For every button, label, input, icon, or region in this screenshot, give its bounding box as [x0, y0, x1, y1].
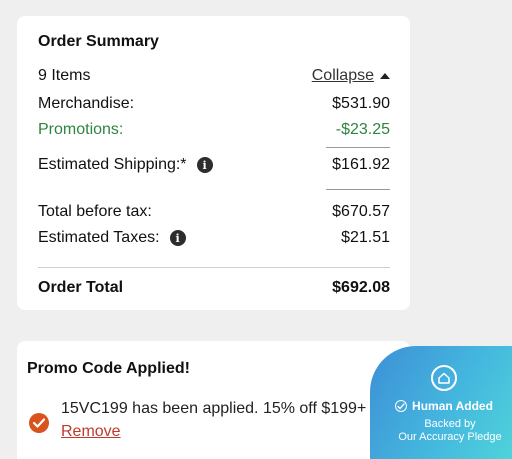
items-row: 9 Items Collapse: [38, 67, 390, 85]
items-count: 9 Items: [38, 67, 91, 84]
before-tax-row: Total before tax: $670.57: [38, 203, 390, 221]
merchandise-label: Merchandise:: [38, 95, 135, 112]
merchandise-row: Merchandise: $531.90: [38, 95, 390, 113]
taxes-value: $21.51: [341, 229, 390, 246]
promo-message: 15VC199 has been applied. 15% off $199+: [61, 400, 367, 417]
order-summary-card: Order Summary 9 Items Collapse Merchandi…: [17, 16, 410, 310]
order-total-value: $692.08: [332, 279, 390, 296]
before-tax-value: $670.57: [332, 203, 390, 220]
pledge-line-1: Backed by: [424, 418, 476, 430]
collapse-toggle[interactable]: Collapse: [312, 67, 390, 85]
home-badge-icon: [431, 365, 457, 391]
remove-promo-link[interactable]: Remove: [61, 423, 121, 441]
promo-title: Promo Code Applied!: [27, 360, 190, 377]
total-divider: [38, 267, 390, 268]
order-total-label: Order Total: [38, 279, 124, 296]
taxes-row: Estimated Taxes: i $21.51: [38, 229, 390, 247]
pledge-check-icon: [395, 400, 408, 412]
order-summary-title: Order Summary: [38, 33, 159, 50]
merchandise-value: $531.90: [332, 95, 390, 112]
promotions-row: Promotions: -$23.25: [38, 121, 390, 139]
subtotal-divider: [326, 147, 390, 148]
collapse-label: Collapse: [311, 67, 374, 84]
shipping-label: Estimated Shipping:*: [38, 156, 187, 173]
pledge-subtext: Backed by Our Accuracy Pledge: [380, 418, 512, 444]
taxes-label: Estimated Taxes:: [38, 229, 160, 246]
taxes-info-icon[interactable]: i: [169, 230, 186, 246]
promo-code-card: Promo Code Applied! 15VC199 has been app…: [17, 341, 410, 459]
promotions-label: Promotions:: [38, 121, 124, 138]
pledge-line-2: Our Accuracy Pledge: [398, 431, 502, 443]
pledge-headline: Human Added: [370, 399, 512, 413]
shipping-value: $161.92: [332, 156, 390, 173]
accuracy-pledge-badge[interactable]: Human Added Backed by Our Accuracy Pledg…: [370, 346, 512, 459]
shipping-divider: [326, 189, 390, 190]
promotions-value: -$23.25: [335, 121, 390, 138]
shipping-row: Estimated Shipping:* i $161.92: [38, 156, 390, 174]
order-total-row: Order Total $692.08: [38, 279, 390, 297]
shipping-info-icon[interactable]: i: [196, 157, 213, 173]
caret-up-icon: [380, 73, 390, 79]
checkmark-icon: [29, 413, 49, 433]
pledge-headline-text: Human Added: [412, 399, 493, 413]
before-tax-label: Total before tax:: [38, 203, 152, 220]
